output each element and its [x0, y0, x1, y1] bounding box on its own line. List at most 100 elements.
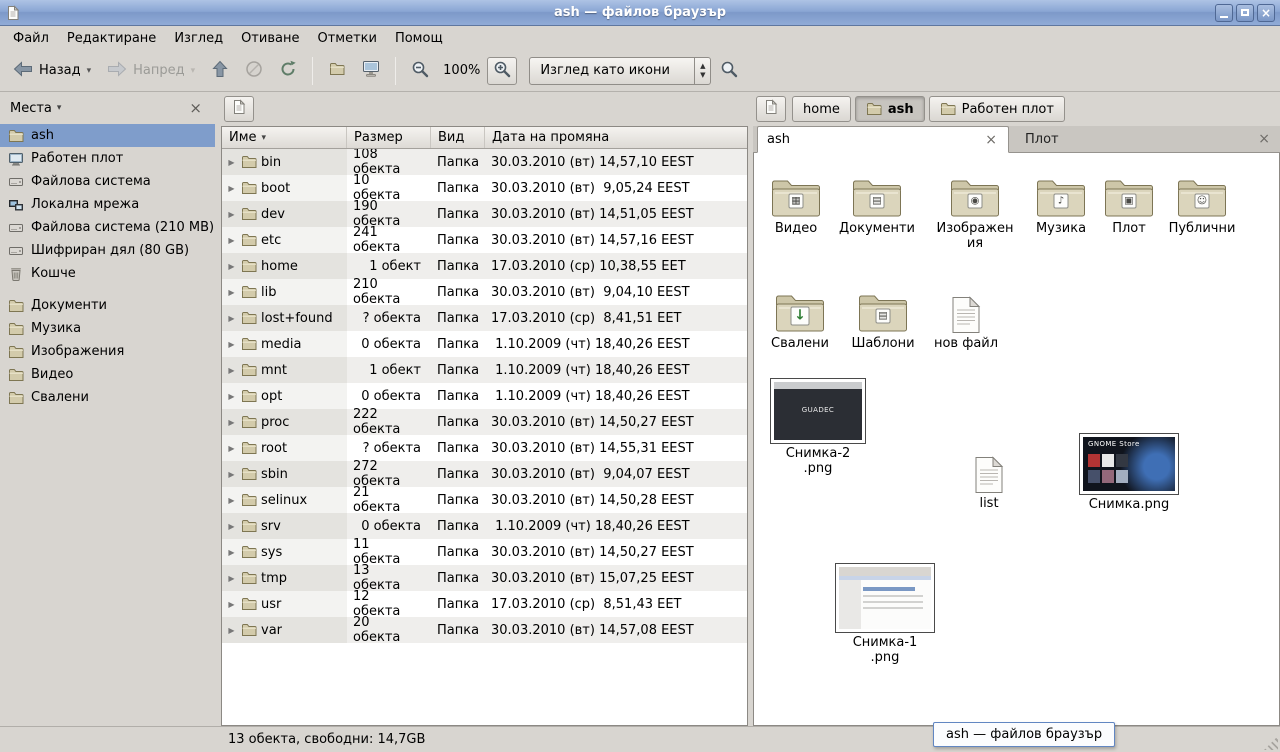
sidebar-item-pictures[interactable]: Изображения	[0, 340, 215, 363]
expander-icon[interactable]: ▶	[226, 470, 237, 479]
table-row-sys[interactable]: ▶sys11 обектаПапка30.03.2010 (вт) 14,50,…	[222, 539, 747, 565]
column-header-0[interactable]: Име▾	[222, 127, 347, 148]
menu-help[interactable]: Помощ	[386, 26, 452, 50]
path-button-desktop[interactable]: Работен плот	[929, 96, 1065, 122]
back-dropdown-icon[interactable]: ▾	[87, 66, 92, 76]
zoom-in-button[interactable]	[487, 57, 517, 85]
file-video[interactable]: ▦Видео	[756, 173, 836, 237]
tab-ash[interactable]: ash ×	[757, 126, 1009, 153]
computer-button[interactable]	[355, 55, 387, 87]
maximize-button[interactable]	[1236, 4, 1254, 22]
column-header-1[interactable]: Размер	[347, 127, 431, 148]
table-row-sbin[interactable]: ▶sbin272 обектаПапка30.03.2010 (вт) 9,04…	[222, 461, 747, 487]
path-button-home[interactable]: home	[792, 96, 851, 122]
file-downloads[interactable]: ↓Свалени	[760, 288, 840, 352]
expander-icon[interactable]: ▶	[226, 158, 237, 167]
location-toggle-button[interactable]	[224, 96, 254, 122]
table-row-root[interactable]: ▶root? обектаПапка30.03.2010 (вт) 14,55,…	[222, 435, 747, 461]
path-button-ash[interactable]: ash	[855, 96, 925, 122]
file-snimka[interactable]: GNOME StoreСнимка.png	[1077, 433, 1181, 513]
expander-icon[interactable]: ▶	[226, 366, 237, 375]
table-row-selinux[interactable]: ▶selinux21 обектаПапка30.03.2010 (вт) 14…	[222, 487, 747, 513]
titlebar[interactable]: ash — файлов браузър ×	[0, 0, 1280, 26]
table-row-boot[interactable]: ▶boot10 обектаПапка30.03.2010 (вт) 9,05,…	[222, 175, 747, 201]
expander-icon[interactable]: ▶	[226, 184, 237, 193]
table-row-etc[interactable]: ▶etc241 обектаПапка30.03.2010 (вт) 14,57…	[222, 227, 747, 253]
expander-icon[interactable]: ▶	[226, 418, 237, 427]
expander-icon[interactable]: ▶	[226, 392, 237, 401]
icon-view[interactable]: ▦Видео▤Документи◉Изображения♪Музика▣Плот…	[753, 153, 1280, 726]
zoom-out-button[interactable]	[404, 55, 436, 87]
view-mode-selector[interactable]: Изглед като икони ▲▼	[529, 57, 711, 85]
expander-icon[interactable]: ▶	[226, 600, 237, 609]
sidebar-item-desktop[interactable]: Работен плот	[0, 147, 215, 170]
expander-icon[interactable]: ▶	[226, 314, 237, 323]
tab-plot[interactable]: Плот ×	[1009, 126, 1280, 152]
file-list[interactable]: list	[949, 448, 1029, 512]
expander-icon[interactable]: ▶	[226, 548, 237, 557]
reload-button[interactable]	[272, 55, 304, 87]
table-row-home[interactable]: ▶home1 обектПапка17.03.2010 (ср) 10,38,5…	[222, 253, 747, 279]
sidebar-item-filesystem-210mb[interactable]: Файлова система (210 MB)	[0, 216, 215, 239]
table-row-srv[interactable]: ▶srv0 обектаПапка 1.10.2009 (чт) 18,40,2…	[222, 513, 747, 539]
sidebar-close-icon[interactable]: ×	[186, 101, 205, 116]
minimize-button[interactable]	[1215, 4, 1233, 22]
table-row-opt[interactable]: ▶opt0 обектаПапка 1.10.2009 (чт) 18,40,2…	[222, 383, 747, 409]
sidebar-item-music[interactable]: Музика	[0, 317, 215, 340]
menu-view[interactable]: Изглед	[165, 26, 232, 50]
table-row-tmp[interactable]: ▶tmp13 обектаПапка30.03.2010 (вт) 15,07,…	[222, 565, 747, 591]
expander-icon[interactable]: ▶	[226, 574, 237, 583]
table-row-dev[interactable]: ▶dev190 обектаПапка30.03.2010 (вт) 14,51…	[222, 201, 747, 227]
expander-icon[interactable]: ▶	[226, 262, 237, 271]
expander-icon[interactable]: ▶	[226, 210, 237, 219]
table-row-bin[interactable]: ▶bin108 обектаПапка30.03.2010 (вт) 14,57…	[222, 149, 747, 175]
table-row-mnt[interactable]: ▶mnt1 обектПапка 1.10.2009 (чт) 18,40,26…	[222, 357, 747, 383]
file-pictures[interactable]: ◉Изображения	[935, 173, 1015, 252]
file-documents[interactable]: ▤Документи	[837, 173, 917, 237]
home-folder-button[interactable]	[321, 55, 353, 87]
sidebar-item-encrypted-80gb[interactable]: Шифриран дял (80 GB)	[0, 239, 215, 262]
resize-grip[interactable]	[1264, 736, 1278, 750]
search-button[interactable]	[713, 55, 745, 87]
sidebar-item-documents[interactable]: Документи	[0, 294, 215, 317]
back-button[interactable]: Назад ▾	[6, 55, 98, 87]
tab-close-icon[interactable]: ×	[983, 133, 999, 147]
sidebar-item-video[interactable]: Видео	[0, 363, 215, 386]
file-snimka-2[interactable]: GUADECСнимка-2.png	[766, 378, 870, 477]
file-new-file[interactable]: нов файл	[926, 288, 1006, 352]
column-header-3[interactable]: Дата на промяна	[485, 127, 747, 148]
up-button[interactable]	[204, 55, 236, 87]
file-desktop-folder[interactable]: ▣Плот	[1089, 173, 1169, 237]
sidebar-item-trash[interactable]: Кошче	[0, 262, 215, 285]
table-row-proc[interactable]: ▶proc222 обектаПапка30.03.2010 (вт) 14,5…	[222, 409, 747, 435]
expander-icon[interactable]: ▶	[226, 444, 237, 453]
sidebar-item-home-ash[interactable]: ash	[0, 124, 215, 147]
forward-button[interactable]: Напред ▾	[100, 55, 202, 87]
sidebar-mode-dropdown[interactable]: Места ▾	[10, 101, 61, 116]
expander-icon[interactable]: ▶	[226, 626, 237, 635]
table-row-lib[interactable]: ▶lib210 обектаПапка30.03.2010 (вт) 9,04,…	[222, 279, 747, 305]
sidebar-item-local-network[interactable]: Локална мрежа	[0, 193, 215, 216]
table-row-media[interactable]: ▶media0 обектаПапка 1.10.2009 (чт) 18,40…	[222, 331, 747, 357]
column-header-2[interactable]: Вид	[431, 127, 485, 148]
expander-icon[interactable]: ▶	[226, 340, 237, 349]
table-row-lost+found[interactable]: ▶lost+found? обектаПапка17.03.2010 (ср) …	[222, 305, 747, 331]
expander-icon[interactable]: ▶	[226, 522, 237, 531]
file-snimka-1[interactable]: Снимка-1.png	[833, 563, 937, 666]
table-row-usr[interactable]: ▶usr12 обектаПапка17.03.2010 (ср) 8,51,4…	[222, 591, 747, 617]
close-button[interactable]: ×	[1257, 4, 1275, 22]
expander-icon[interactable]: ▶	[226, 236, 237, 245]
file-public[interactable]: ☺Публични	[1162, 173, 1242, 237]
file-templates[interactable]: ▤Шаблони	[843, 288, 923, 352]
menu-go[interactable]: Отиване	[232, 26, 308, 50]
sidebar-item-downloads[interactable]: Свалени	[0, 386, 215, 409]
combo-spin-icon[interactable]: ▲▼	[694, 58, 710, 84]
menu-file[interactable]: Файл	[4, 26, 58, 50]
sidebar-item-filesystem[interactable]: Файлова система	[0, 170, 215, 193]
menu-edit[interactable]: Редактиране	[58, 26, 165, 50]
menu-bookmarks[interactable]: Отметки	[308, 26, 385, 50]
tab-close-icon[interactable]: ×	[1256, 132, 1272, 146]
location-toggle-button-2[interactable]	[756, 96, 786, 122]
expander-icon[interactable]: ▶	[226, 288, 237, 297]
expander-icon[interactable]: ▶	[226, 496, 237, 505]
